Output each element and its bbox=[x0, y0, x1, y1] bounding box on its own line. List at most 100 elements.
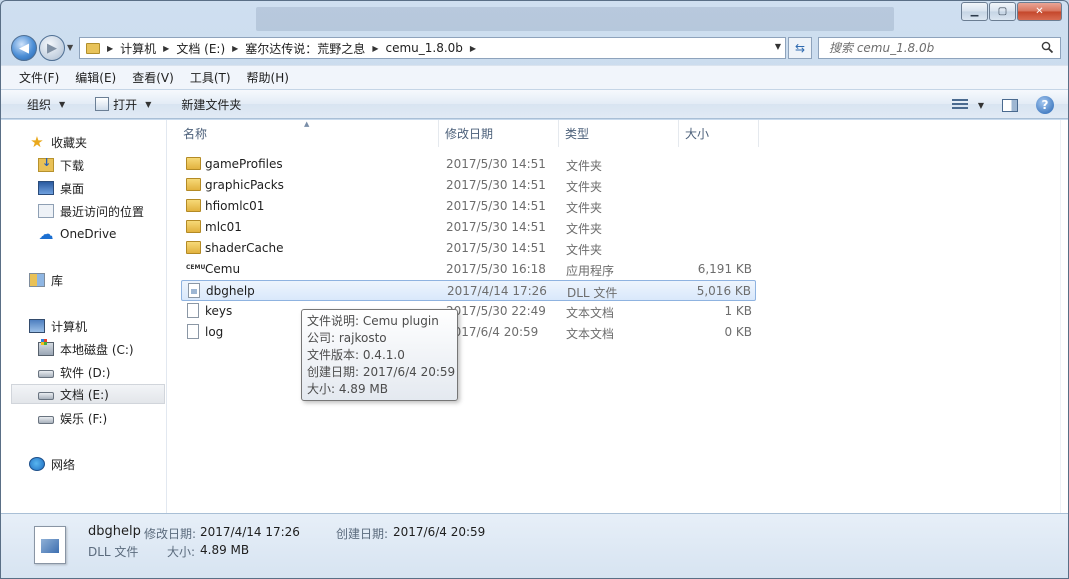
dll-file-icon bbox=[188, 283, 200, 298]
refresh-icon: ⇆ bbox=[794, 41, 806, 55]
file-date: 2017/5/30 14:51 bbox=[446, 157, 546, 171]
file-row-dbghelp[interactable]: dbghelp 2017/4/14 17:26 DLL 文件 5,016 KB bbox=[181, 280, 756, 301]
back-button[interactable]: ◀ bbox=[11, 35, 37, 61]
menu-help[interactable]: 帮助(H) bbox=[239, 69, 297, 86]
file-type: 应用程序 bbox=[566, 264, 615, 278]
recent-places-icon bbox=[38, 204, 54, 218]
file-row-cemu[interactable]: CEMU Cemu 2017/5/30 16:18 应用程序 6,191 KB bbox=[181, 259, 756, 280]
details-size-value: 4.89 MB bbox=[200, 543, 250, 557]
chevron-right-icon[interactable]: ▶ bbox=[163, 44, 169, 53]
sidebar-item-libraries[interactable]: 库 bbox=[29, 270, 63, 290]
new-folder-label: 新建文件夹 bbox=[181, 97, 242, 112]
sidebar-item-network[interactable]: 网络 bbox=[29, 454, 75, 474]
column-header-type[interactable]: 类型 bbox=[559, 120, 679, 147]
text-file-icon bbox=[187, 303, 199, 318]
command-bar: 组织 ▼ 打开 ▼ 新建文件夹 ▼ ? bbox=[1, 89, 1068, 119]
file-row-keys[interactable]: keys 2017/5/30 22:49 文本文档 1 KB bbox=[181, 301, 756, 322]
file-date: 2017/5/30 14:51 bbox=[446, 199, 546, 213]
search-icon[interactable] bbox=[1041, 41, 1054, 54]
new-folder-button[interactable]: 新建文件夹 bbox=[173, 92, 249, 116]
maximize-button[interactable]: ▢ bbox=[989, 2, 1016, 21]
menu-file[interactable]: 文件(F) bbox=[11, 69, 67, 86]
sidebar-item-label: 娱乐 (F:) bbox=[60, 411, 108, 426]
folder-icon bbox=[186, 220, 201, 233]
sidebar-item-recent-places[interactable]: 最近访问的位置 bbox=[38, 201, 144, 221]
file-name: gameProfiles bbox=[205, 157, 283, 171]
chevron-right-icon[interactable]: ▶ bbox=[232, 44, 238, 53]
file-row-gameprofiles[interactable]: gameProfiles 2017/5/30 14:51 文件夹 bbox=[181, 154, 756, 175]
menu-view[interactable]: 查看(V) bbox=[124, 69, 182, 86]
sidebar-item-computer[interactable]: 计算机 bbox=[29, 316, 87, 336]
sidebar-item-drive-f[interactable]: 娱乐 (F:) bbox=[38, 408, 107, 428]
breadcrumb-item-zelda[interactable]: 塞尔达传说：荒野之息 bbox=[245, 40, 365, 57]
desktop-icon bbox=[38, 181, 54, 195]
folder-icon bbox=[186, 199, 201, 212]
file-name: dbghelp bbox=[206, 284, 255, 298]
text-file-icon bbox=[187, 324, 199, 339]
search-box[interactable] bbox=[818, 37, 1061, 59]
minimize-button[interactable]: ▁ bbox=[961, 2, 988, 21]
chevron-down-icon[interactable]: ▼ bbox=[978, 101, 984, 110]
change-view-icon[interactable] bbox=[951, 99, 968, 111]
address-history-dropdown-icon[interactable]: ▼ bbox=[775, 42, 781, 51]
close-button[interactable]: ✕ bbox=[1017, 2, 1062, 21]
file-row-graphicpacks[interactable]: graphicPacks 2017/5/30 14:51 文件夹 bbox=[181, 175, 756, 196]
column-header-size[interactable]: 大小 bbox=[679, 120, 759, 147]
file-name: Cemu bbox=[205, 262, 241, 276]
file-row-log[interactable]: log 2017/6/4 20:59 文本文档 0 KB bbox=[181, 322, 756, 343]
help-icon[interactable]: ? bbox=[1036, 96, 1054, 114]
tooltip-size: 大小: 4.89 MB bbox=[307, 382, 388, 396]
file-name: graphicPacks bbox=[205, 178, 284, 192]
background-window-ghost bbox=[256, 7, 894, 31]
file-row-mlc01[interactable]: mlc01 2017/5/30 14:51 文件夹 bbox=[181, 217, 756, 238]
chevron-right-icon[interactable]: ▶ bbox=[470, 44, 476, 53]
sidebar-item-label: OneDrive bbox=[60, 227, 117, 241]
cemu-app-icon: CEMU bbox=[186, 264, 206, 271]
forward-button[interactable]: ▶ bbox=[39, 35, 65, 61]
hard-drive-icon bbox=[38, 416, 54, 424]
file-size: 1 KB bbox=[724, 304, 752, 318]
sidebar-item-drive-c[interactable]: 本地磁盘 (C:) bbox=[38, 339, 134, 359]
sidebar-item-desktop[interactable]: 桌面 bbox=[38, 178, 84, 198]
column-header-date[interactable]: 修改日期 bbox=[439, 120, 559, 147]
file-name: hfiomlc01 bbox=[205, 199, 265, 213]
sidebar-item-label: 计算机 bbox=[51, 319, 88, 334]
tooltip-company: 公司: rajkosto bbox=[307, 331, 387, 345]
sidebar-item-label: 最近访问的位置 bbox=[60, 204, 145, 219]
folder-icon bbox=[86, 42, 100, 54]
tooltip-version: 文件版本: 0.4.1.0 bbox=[307, 348, 405, 362]
sidebar-item-label: 桌面 bbox=[60, 181, 85, 196]
breadcrumb-item-drive-e[interactable]: 文档 (E:) bbox=[176, 40, 225, 57]
folder-icon bbox=[186, 241, 201, 254]
refresh-button[interactable]: ⇆ bbox=[788, 37, 812, 59]
sidebar-item-onedrive[interactable]: ☁ OneDrive bbox=[38, 224, 117, 244]
downloads-folder-icon bbox=[38, 156, 54, 172]
explorer-window: ▁ ▢ ✕ ◀ ▶ ▼ ▶ 计算机 ▶ 文档 (E:) ▶ 塞尔达传说：荒野之息… bbox=[0, 0, 1069, 579]
file-row-shadercache[interactable]: shaderCache 2017/5/30 14:51 文件夹 bbox=[181, 238, 756, 259]
system-drive-icon bbox=[38, 339, 54, 356]
sidebar-item-downloads[interactable]: 下载 bbox=[38, 155, 84, 175]
chevron-right-icon[interactable]: ▶ bbox=[372, 44, 378, 53]
file-date: 2017/5/30 14:51 bbox=[446, 178, 546, 192]
hard-drive-icon bbox=[38, 392, 54, 400]
search-input[interactable] bbox=[829, 41, 1029, 55]
preview-pane-icon[interactable] bbox=[1002, 98, 1018, 112]
menu-tools[interactable]: 工具(T) bbox=[182, 69, 239, 86]
menu-edit[interactable]: 编辑(E) bbox=[67, 69, 124, 86]
open-button[interactable]: 打开 ▼ bbox=[87, 92, 159, 116]
address-bar[interactable]: ▶ 计算机 ▶ 文档 (E:) ▶ 塞尔达传说：荒野之息 ▶ cemu_1.8.… bbox=[79, 37, 786, 59]
breadcrumb-item-cemu[interactable]: cemu_1.8.0b bbox=[385, 41, 462, 55]
sidebar-item-label: 下载 bbox=[60, 158, 85, 173]
organize-button[interactable]: 组织 ▼ bbox=[19, 92, 73, 116]
chevron-right-icon[interactable]: ▶ bbox=[107, 44, 113, 53]
breadcrumb-item-computer[interactable]: 计算机 bbox=[120, 40, 156, 57]
sidebar-item-drive-d[interactable]: 软件 (D:) bbox=[38, 362, 110, 382]
tooltip-created: 创建日期: 2017/6/4 20:59 bbox=[307, 365, 456, 379]
file-type: 文件夹 bbox=[566, 222, 603, 236]
sidebar-item-label: 软件 (D:) bbox=[60, 365, 111, 380]
sidebar-item-favorites[interactable]: ★ 收藏夹 bbox=[29, 132, 87, 152]
file-row-hfiomlc01[interactable]: hfiomlc01 2017/5/30 14:51 文件夹 bbox=[181, 196, 756, 217]
column-header-name[interactable]: 名称 bbox=[177, 120, 439, 147]
sidebar-item-drive-e[interactable]: 文档 (E:) bbox=[11, 384, 165, 404]
recent-pages-dropdown-icon[interactable]: ▼ bbox=[67, 43, 73, 52]
